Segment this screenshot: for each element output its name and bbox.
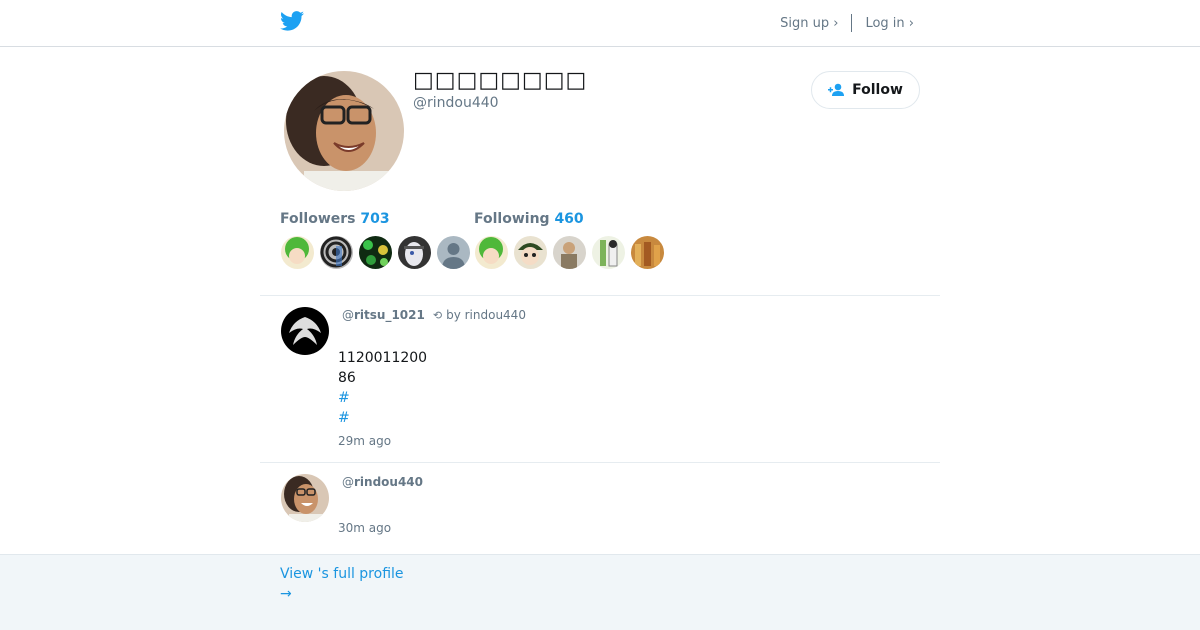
tweet-divider: [260, 462, 940, 463]
followers-count: 703: [360, 211, 390, 227]
arrow-right-icon[interactable]: →: [280, 586, 292, 602]
sign-up-link[interactable]: Sign up ›: [780, 16, 838, 31]
followers-label: Followers: [280, 211, 356, 227]
following-avatar[interactable]: [592, 236, 625, 269]
footer-bar: View 's full profile →: [0, 554, 1200, 630]
follow-button-label: Follow: [852, 82, 903, 98]
following-avatar[interactable]: [553, 236, 586, 269]
profile-handle: @rindou440: [413, 95, 499, 111]
following-avatar[interactable]: [475, 236, 508, 269]
follower-avatar[interactable]: [398, 236, 431, 269]
add-user-icon: [828, 83, 845, 96]
tweet-handle-prefix: @: [342, 308, 354, 322]
follower-avatar[interactable]: [281, 236, 314, 269]
followers-avatars: [281, 236, 470, 269]
tweet-handle-prefix: @: [342, 475, 354, 489]
tweet-header: @ rindou440: [342, 475, 423, 489]
view-full-profile-link[interactable]: View 's full profile: [280, 566, 404, 582]
twitter-bird-icon[interactable]: [280, 11, 304, 31]
tweet-author-avatar[interactable]: [281, 307, 329, 355]
tweet-divider: [260, 295, 940, 296]
tweet-header: @ ritsu_1021 ⟲ by rindou440: [342, 308, 526, 322]
tweet-author-handle[interactable]: ritsu_1021: [354, 308, 425, 322]
nav-divider: [851, 14, 853, 32]
followers-stat[interactable]: Followers 703: [280, 211, 390, 227]
following-avatar[interactable]: [631, 236, 664, 269]
tweet-timestamp[interactable]: 30m ago: [338, 521, 391, 535]
following-label: Following: [474, 211, 550, 227]
following-avatar[interactable]: [514, 236, 547, 269]
following-count: 460: [554, 211, 584, 227]
follower-avatar[interactable]: [437, 236, 470, 269]
following-stat[interactable]: Following 460: [474, 211, 584, 227]
follower-avatar[interactable]: [320, 236, 353, 269]
tweet-author-handle[interactable]: rindou440: [354, 475, 423, 489]
retweeted-by[interactable]: by rindou440: [446, 308, 526, 322]
hashtag-link[interactable]: #: [338, 410, 350, 426]
tweet-author-avatar[interactable]: [281, 474, 329, 522]
follow-button[interactable]: Follow: [811, 71, 920, 109]
auth-links: Sign up › Log in ›: [780, 14, 914, 32]
tweet-text-line: 86: [338, 370, 356, 386]
top-navigation-bar: Sign up › Log in ›: [0, 0, 1200, 47]
log-in-link[interactable]: Log in ›: [865, 16, 914, 31]
tweet-timestamp[interactable]: 29m ago: [338, 434, 391, 448]
profile-name: □□□□□□□□: [413, 68, 588, 93]
tweet-text-line: 1120011200: [338, 350, 428, 366]
hashtag-link[interactable]: #: [338, 390, 350, 406]
follower-avatar[interactable]: [359, 236, 392, 269]
following-avatars: [475, 236, 664, 269]
profile-avatar[interactable]: [284, 71, 404, 191]
retweet-icon: ⟲: [432, 308, 443, 322]
